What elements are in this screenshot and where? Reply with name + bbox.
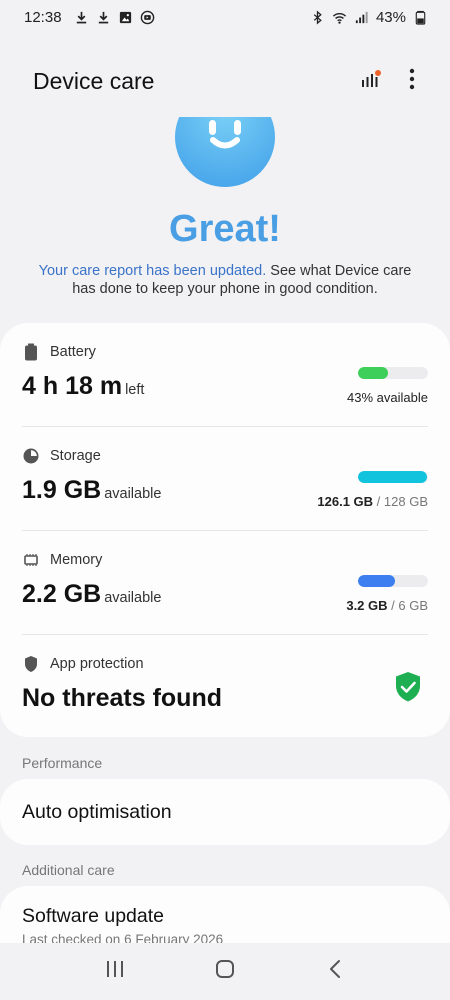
storage-value-group: 1.9 GB available [22,476,161,505]
page-title-overlay: Device care [33,67,155,94]
protection-label: App protection [50,656,144,672]
storage-usage: 126.1 GB / 128 GB [317,494,428,509]
battery-level-bar [358,367,428,379]
navigation-bar [0,943,450,1000]
storage-level-bar [358,471,428,483]
wifi-icon [332,9,348,25]
storage-unit: available [104,486,162,502]
care-report-link[interactable]: Your care report has been updated. [39,263,267,279]
storage-available-value: 1.9 GB [22,476,102,504]
shield-icon [22,655,40,673]
memory-used: 3.2 GB [346,598,388,613]
app-header-overlay: Device care [0,56,450,106]
back-button[interactable] [310,952,360,992]
battery-label-group: Battery [22,343,96,361]
battery-value-group: 4 h 18 m left [22,372,144,401]
storage-pie-icon [22,447,40,465]
storage-separator: / [373,494,384,509]
memory-chip-icon [22,551,40,569]
auto-optimisation-item[interactable]: Auto optimisation [0,779,450,845]
battery-label: Battery [50,344,96,360]
more-options-button-overlay[interactable] [394,63,430,99]
shield-check-icon [394,671,422,703]
device-care-screen: 12:38 43% Device care Great! Your care r… [0,0,450,1000]
storage-label-group: Storage [22,447,101,465]
storage-level-fill [358,471,427,483]
home-button[interactable] [200,952,250,992]
storage-used: 126.1 GB [317,494,374,509]
memory-separator: / [387,598,399,613]
recents-icon [105,960,125,983]
memory-usage: 3.2 GB / 6 GB [346,598,428,613]
battery-available: 43% available [347,390,428,405]
battery-level-fill [358,367,389,379]
download-icon [74,9,90,25]
more-options-icon [409,68,415,95]
status-bar-overlay: 12:38 43% [0,0,450,34]
memory-label: Memory [50,552,103,568]
software-update-label: Software update [22,905,165,927]
protection-label-group: App protection [22,655,144,673]
image-icon [118,9,134,25]
battery-time-left: 4 h 18 m [22,372,123,400]
memory-row[interactable]: Memory 2.2 GB available 3.2 GB / 6 GB [22,531,428,635]
status-bar-left-overlay: 12:38 [24,9,156,26]
device-status-card: Battery 4 h 18 m left 43% available Stora… [0,323,450,737]
recents-button[interactable] [90,952,140,992]
storage-row[interactable]: Storage 1.9 GB available 126.1 GB / 128 G… [22,427,428,531]
status-time-overlay: 12:38 [24,8,62,26]
back-icon [328,959,342,984]
protection-status: No threats found [22,684,222,712]
battery-row[interactable]: Battery 4 h 18 m left 43% available [22,323,428,427]
memory-label-group: Memory [22,551,102,569]
memory-level-fill [358,575,396,587]
download-icon [96,9,112,25]
auto-optimisation-label: Auto optimisation [22,801,172,823]
protection-value-group: No threats found [22,684,222,713]
bluetooth-icon [310,9,326,25]
battery-unit: left [125,382,145,398]
care-report-text: Your care report has been updated. See w… [30,262,420,298]
memory-level-bar [358,575,428,587]
status-word: Great! [169,208,281,250]
home-icon [215,959,235,984]
status-bar-right-overlay: 43% [310,9,428,26]
memory-total: 6 GB [398,598,428,613]
storage-label: Storage [50,448,101,464]
diagnostics-button-overlay[interactable] [352,63,388,99]
battery-percent-overlay: 43% [375,8,406,26]
app-protection-row[interactable]: App protection No threats found [22,635,428,739]
memory-available-value: 2.2 GB [22,580,102,608]
signal-icon [354,9,370,25]
storage-total: 128 GB [383,494,428,509]
media-icon [140,9,156,25]
memory-unit: available [104,590,162,606]
battery-icon [412,9,428,25]
battery-icon [22,343,40,361]
additional-care-section-label: Additional care [22,862,115,878]
memory-value-group: 2.2 GB available [22,580,161,609]
notification-dot [375,70,381,76]
performance-section-label: Performance [22,755,103,771]
